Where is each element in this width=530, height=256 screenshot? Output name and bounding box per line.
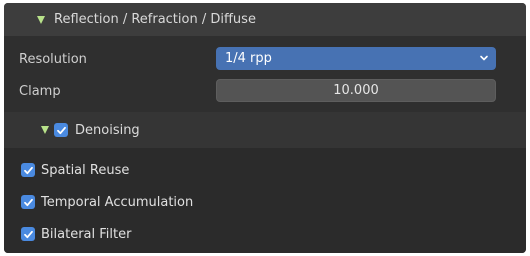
subpanel-header-denoising[interactable]: Denoising xyxy=(4,112,526,148)
expand-triangle-icon[interactable] xyxy=(41,126,49,134)
properties-panel: Reflection / Refraction / Diffuse Resolu… xyxy=(4,3,526,253)
temporal-accumulation-label: Temporal Accumulation xyxy=(41,194,194,210)
resolution-row: Resolution 1/4 rpp xyxy=(4,46,526,72)
denoising-checkbox[interactable] xyxy=(54,123,68,137)
clamp-value: 10.000 xyxy=(333,83,379,98)
bilateral-filter-checkbox[interactable] xyxy=(21,227,35,241)
resolution-label: Resolution xyxy=(19,51,87,67)
resolution-dropdown[interactable]: 1/4 rpp xyxy=(216,47,496,70)
denoising-options: Spatial Reuse Temporal Accumulation Bila… xyxy=(4,148,526,253)
resolution-value: 1/4 rpp xyxy=(225,51,272,66)
option-bilateral-filter[interactable]: Bilateral Filter xyxy=(21,223,131,245)
bilateral-filter-label: Bilateral Filter xyxy=(41,226,132,242)
clamp-label: Clamp xyxy=(19,83,61,99)
spatial-reuse-checkbox[interactable] xyxy=(21,163,35,177)
chevron-down-icon xyxy=(480,55,488,61)
checkmark-icon xyxy=(23,166,33,174)
spatial-reuse-label: Spatial Reuse xyxy=(41,162,130,178)
temporal-accumulation-checkbox[interactable] xyxy=(21,195,35,209)
checkmark-icon xyxy=(23,230,33,238)
option-temporal-accumulation[interactable]: Temporal Accumulation xyxy=(21,191,193,213)
clamp-field[interactable]: 10.000 xyxy=(216,79,496,102)
checkmark-icon xyxy=(56,126,66,134)
checkmark-icon xyxy=(23,198,33,206)
expand-triangle-icon[interactable] xyxy=(37,15,45,24)
panel-header-reflection[interactable]: Reflection / Refraction / Diffuse xyxy=(4,3,526,36)
denoising-label: Denoising xyxy=(75,122,140,138)
panel-title: Reflection / Refraction / Diffuse xyxy=(54,12,256,27)
clamp-row: Clamp 10.000 xyxy=(4,78,526,104)
option-spatial-reuse[interactable]: Spatial Reuse xyxy=(21,159,129,181)
